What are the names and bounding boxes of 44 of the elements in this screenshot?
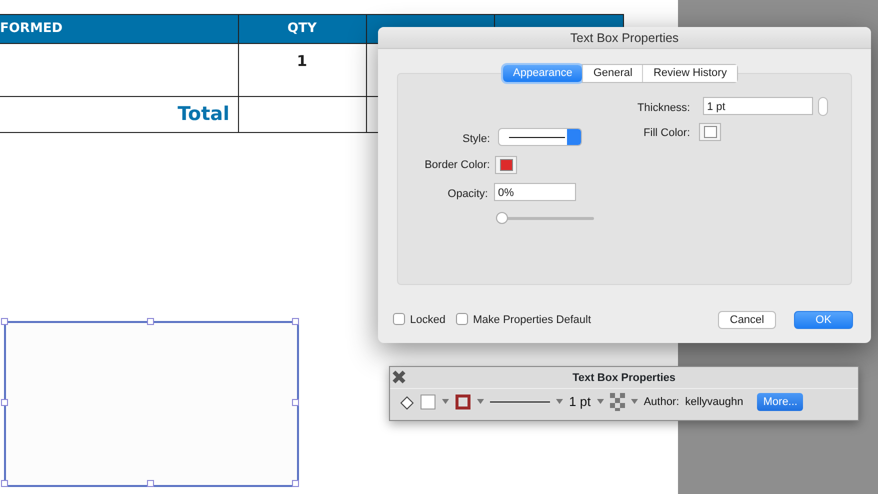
thickness-field[interactable]: 1 pt bbox=[703, 97, 813, 115]
resize-handle[interactable] bbox=[1, 480, 8, 487]
tab[interactable]: Review History bbox=[642, 65, 737, 82]
author-name: kellyvaughn bbox=[685, 394, 744, 410]
text-box[interactable] bbox=[4, 321, 299, 487]
field-label: Style: bbox=[461, 132, 490, 147]
fill-swatch-icon[interactable] bbox=[420, 394, 436, 410]
table-cell: Total bbox=[0, 96, 238, 132]
dropdown-arrow-icon[interactable] bbox=[442, 399, 449, 404]
cancel-button[interactable]: Cancel bbox=[718, 311, 776, 329]
field-label: Thickness: bbox=[636, 101, 690, 116]
close-icon[interactable] bbox=[392, 369, 406, 383]
table-cell: 1 bbox=[238, 44, 366, 96]
column-header: QTY bbox=[238, 14, 366, 44]
opacity-field[interactable]: 0% bbox=[494, 183, 576, 201]
field-label: Fill Color: bbox=[642, 126, 690, 141]
resize-handle[interactable] bbox=[1, 318, 8, 325]
checkbox[interactable]: Make Properties Default bbox=[456, 312, 591, 328]
checkbox[interactable]: Locked bbox=[393, 312, 446, 328]
style-dropdown[interactable] bbox=[498, 128, 582, 146]
toolbar-title: Text Box Properties bbox=[390, 367, 858, 389]
dropdown-arrow-icon[interactable] bbox=[630, 399, 638, 404]
checkerboard-icon[interactable] bbox=[610, 392, 625, 411]
column-header: FORMED bbox=[0, 14, 238, 44]
resize-handle[interactable] bbox=[292, 480, 299, 487]
thickness-value[interactable]: 1 pt bbox=[569, 392, 591, 412]
more-button[interactable]: More... bbox=[757, 392, 804, 411]
resize-handle[interactable] bbox=[146, 480, 154, 487]
color-swatch[interactable] bbox=[699, 123, 721, 141]
border-swatch-icon[interactable] bbox=[455, 394, 471, 410]
resize-handle[interactable] bbox=[1, 399, 8, 406]
opacity-slider[interactable] bbox=[496, 212, 594, 224]
resize-handle[interactable] bbox=[292, 399, 299, 406]
field-label: Opacity: bbox=[446, 187, 488, 202]
dropdown-arrow-icon[interactable] bbox=[596, 399, 604, 404]
dropdown-arrow-icon[interactable] bbox=[556, 399, 563, 404]
dialog-title: Text Box Properties bbox=[378, 27, 871, 49]
stepper[interactable] bbox=[818, 97, 828, 116]
resize-handle[interactable] bbox=[146, 318, 154, 325]
author-label: Author: bbox=[644, 394, 680, 410]
color-swatch[interactable] bbox=[495, 156, 517, 174]
dropdown-arrow-icon[interactable] bbox=[477, 399, 484, 404]
resize-handle[interactable] bbox=[292, 318, 299, 325]
field-label: Border Color: bbox=[424, 158, 490, 173]
